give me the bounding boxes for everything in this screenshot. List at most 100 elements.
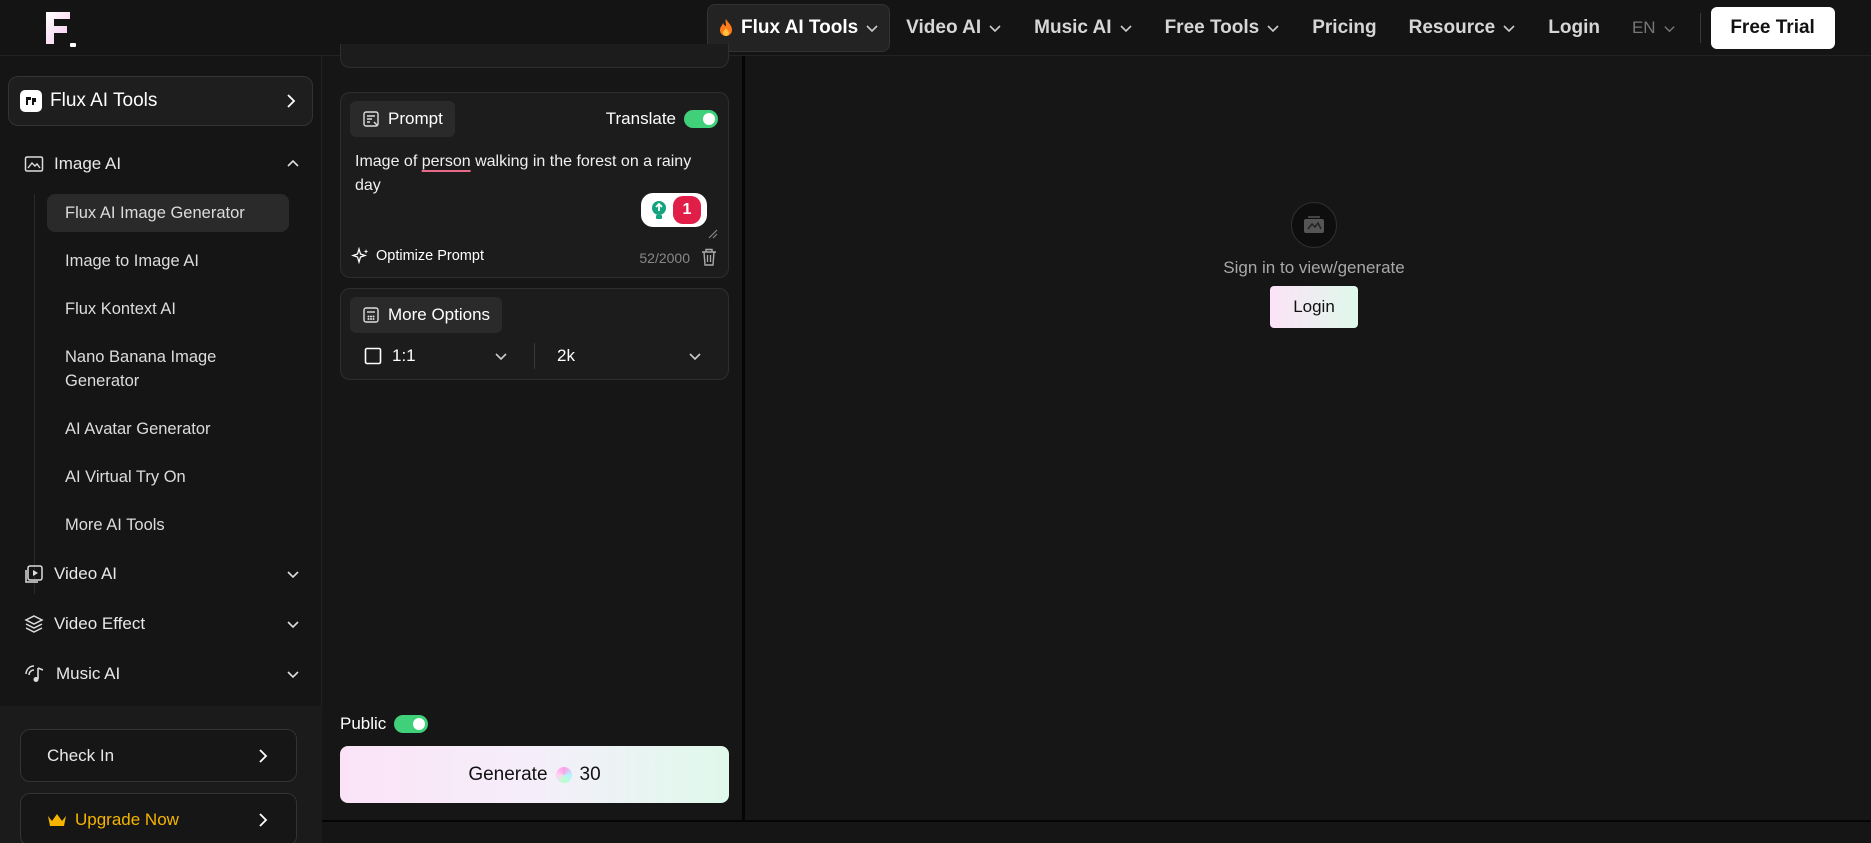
sidebar-tools-label: Flux AI Tools [50, 90, 158, 111]
translate-label: Translate [605, 109, 676, 128]
clear-prompt-trash-icon[interactable] [700, 247, 718, 267]
nav-video-ai[interactable]: Video AI [890, 4, 1018, 52]
chevron-down-icon [494, 349, 508, 363]
public-control: Public [340, 714, 429, 734]
public-toggle[interactable] [394, 715, 429, 733]
resolution-value: 2k [557, 346, 575, 365]
sidebar-item-ai-avatar-generator[interactable]: AI Avatar Generator [47, 410, 289, 448]
chevron-down-icon [1266, 21, 1280, 35]
prompt-chip: Prompt [350, 101, 455, 137]
main-nav: Flux AI Tools Video AI Music AI Free Too… [707, 4, 1835, 52]
sidebar-item-more-ai-tools[interactable]: More AI Tools [47, 506, 289, 544]
music-icon [24, 664, 46, 684]
options-divider [534, 343, 535, 369]
generator-panel: Prompt Translate Image of person walking… [326, 44, 742, 821]
sidebar-footer: Check In Upgrade Now [0, 706, 322, 843]
nav-label: Pricing [1312, 17, 1377, 38]
sidebar-item-image-to-image-ai[interactable]: Image to Image AI [47, 242, 289, 280]
spellcheck-flagged-word[interactable]: person [422, 153, 471, 170]
image-ai-submenu: Flux AI Image Generator Image to Image A… [34, 194, 290, 594]
nav-pricing[interactable]: Pricing [1296, 4, 1392, 52]
aspect-ratio-value: 1:1 [392, 346, 416, 365]
bottom-strip [322, 820, 1871, 843]
generate-cost: 30 [579, 763, 601, 785]
lightbulb-icon [649, 199, 669, 221]
chevron-down-icon [865, 21, 879, 35]
prompt-edit-icon [362, 110, 380, 128]
settings-panel-icon [362, 306, 380, 324]
chevron-down-icon [286, 667, 300, 681]
more-options-chip[interactable]: More Options [350, 297, 503, 333]
nav-label: Flux AI Tools [741, 17, 859, 38]
image-placeholder-icon [1291, 202, 1337, 248]
nav-resource[interactable]: Resource [1393, 4, 1533, 52]
flux-logo[interactable] [40, 6, 80, 52]
left-sidebar: Flux AI Tools Image AI Flux AI Image Gen… [0, 56, 322, 843]
nav-free-tools[interactable]: Free Tools [1149, 4, 1297, 52]
section-label: Video AI [54, 564, 118, 583]
aspect-ratio-select[interactable]: 1:1 [364, 339, 508, 373]
sidebar-section-video-ai[interactable]: Video AI [24, 558, 300, 590]
section-label: Music AI [56, 664, 121, 683]
nav-label: Login [1548, 17, 1600, 38]
chevron-down-icon [1502, 21, 1516, 35]
optimize-prompt-button[interactable]: Optimize Prompt [351, 247, 484, 265]
grammar-assistant-badge[interactable]: 1 [641, 193, 707, 227]
more-options-label: More Options [388, 305, 491, 324]
nav-label: Music AI [1034, 17, 1112, 38]
crown-icon [47, 812, 67, 828]
chevron-right-icon [284, 93, 298, 109]
sparkle-icon [351, 247, 371, 265]
free-trial-button[interactable]: Free Trial [1710, 7, 1835, 49]
fire-icon [718, 18, 734, 38]
translate-toggle[interactable] [684, 110, 718, 128]
sidebar-section-image-ai[interactable]: Image AI [24, 148, 300, 180]
preview-login-button[interactable]: Login [1270, 286, 1358, 328]
sidebar-item-nano-banana-image-generator[interactable]: Nano Banana Image Generator [47, 338, 289, 400]
resize-handle-icon[interactable] [708, 229, 718, 239]
more-options-card: More Options 1:1 2k [340, 288, 729, 380]
nav-divider [1699, 13, 1701, 43]
nav-flux-ai-tools[interactable]: Flux AI Tools [707, 4, 891, 52]
sidebar-item-ai-virtual-try-on[interactable]: AI Virtual Try On [47, 458, 289, 496]
chevron-up-icon [286, 157, 300, 171]
square-ratio-icon [364, 347, 382, 365]
upgrade-now-button[interactable]: Upgrade Now [20, 793, 297, 843]
chevron-down-icon [286, 567, 300, 581]
layers-icon [24, 614, 44, 634]
prompt-text-start: Image of [355, 153, 422, 170]
grammar-issue-count: 1 [673, 196, 701, 224]
prompt-textarea[interactable]: Image of person walking in the forest on… [355, 150, 721, 198]
sidebar-item-flux-ai-image-generator[interactable]: Flux AI Image Generator [47, 194, 289, 232]
sidebar-section-video-effect[interactable]: Video Effect [24, 608, 300, 640]
section-label: Image AI [54, 154, 122, 173]
chevron-right-icon [256, 812, 270, 828]
check-in-button[interactable]: Check In [20, 729, 297, 782]
nav-label: Resource [1408, 17, 1496, 38]
video-icon [24, 564, 44, 584]
chevron-down-icon [1663, 22, 1676, 35]
sidebar-item-flux-kontext-ai[interactable]: Flux Kontext AI [47, 290, 289, 328]
prompt-char-count: 52/2000 [639, 250, 690, 266]
generate-label: Generate [468, 763, 548, 785]
section-label: Video Effect [54, 614, 146, 633]
language-select[interactable]: EN [1616, 4, 1692, 52]
nav-music-ai[interactable]: Music AI [1018, 4, 1148, 52]
panel-divider [742, 56, 745, 821]
translate-control: Translate [606, 109, 718, 129]
nav-login[interactable]: Login [1532, 4, 1616, 52]
sign-in-message: Sign in to view/generate [1223, 258, 1405, 277]
previous-card-edge [340, 44, 729, 68]
top-navbar: Flux AI Tools Video AI Music AI Free Too… [0, 0, 1871, 56]
chevron-down-icon [286, 617, 300, 631]
resolution-select[interactable]: 2k [557, 339, 702, 373]
language-label: EN [1631, 18, 1656, 37]
preview-empty-state: Sign in to view/generate Login [1211, 202, 1417, 328]
public-label: Public [340, 714, 387, 733]
chevron-down-icon [1119, 21, 1133, 35]
chevron-right-icon [256, 748, 270, 764]
optimize-prompt-label: Optimize Prompt [376, 248, 484, 264]
sidebar-flux-ai-tools[interactable]: Flux AI Tools [8, 76, 313, 126]
sidebar-section-music-ai[interactable]: Music AI [24, 658, 300, 690]
generate-button[interactable]: Generate 30 [340, 746, 729, 803]
